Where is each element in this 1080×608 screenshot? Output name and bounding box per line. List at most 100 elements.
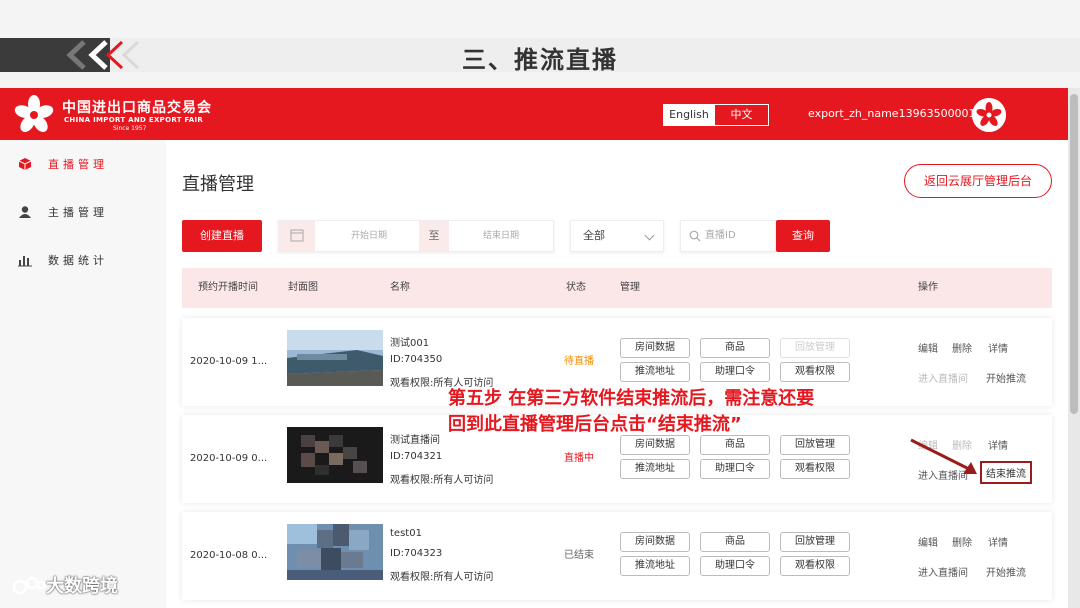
scrollbar-thumb[interactable] xyxy=(1070,94,1078,414)
create-live-button[interactable]: 创建直播 xyxy=(182,220,262,252)
sidebar: 直播管理 主播管理 数据统计 xyxy=(0,140,166,608)
arrow-icon xyxy=(910,438,977,474)
main-panel: 直播管理 返回云展厅管理后台 创建直播 开始日期 至 结束日期 全部 直播ID … xyxy=(166,140,1068,608)
instruction-annotation: 第五步 在第三方软件结束推流后，需注意还要 回到此直播管理后台点击“结束推流” xyxy=(448,386,814,438)
annotation-line-2: 回到此直播管理后台点击“结束推流” xyxy=(448,414,742,435)
sidebar-item-label: 直播管理 xyxy=(48,158,108,171)
filter-bar: 创建直播 开始日期 至 结束日期 全部 直播ID 查询 xyxy=(182,218,1052,254)
start-stream-link[interactable]: 开始推流 xyxy=(986,564,1026,579)
products-button[interactable]: 商品 xyxy=(700,435,770,455)
logo-text-since: Since 1957 xyxy=(113,125,147,132)
user-icon xyxy=(19,206,31,218)
column-header: 管理 xyxy=(620,282,640,293)
logo-text-en: CHINA IMPORT AND EXPORT FAIR xyxy=(64,116,204,124)
row-time: 2020-10-09 1... xyxy=(190,356,268,367)
room-data-button[interactable]: 房间数据 xyxy=(620,435,690,455)
logo-text-cn: 中国进出口商品交易会 xyxy=(62,100,212,116)
search-input[interactable]: 直播ID xyxy=(680,220,776,252)
row-permission: 观看权限:所有人可访问 xyxy=(390,572,494,583)
watermark-text: 大数跨境 xyxy=(46,576,118,597)
column-header: 操作 xyxy=(918,282,938,293)
detail-link[interactable]: 详情 xyxy=(988,340,1008,355)
column-header: 封面图 xyxy=(288,282,318,293)
search-icon xyxy=(689,230,701,242)
avatar[interactable] xyxy=(972,98,1006,132)
row-permission: 观看权限:所有人可访问 xyxy=(390,475,494,486)
sidebar-item-anchor-management[interactable]: 主播管理 xyxy=(18,202,108,222)
app-window: 中国进出口商品交易会 CHINA IMPORT AND EXPORT FAIR … xyxy=(0,88,1068,608)
query-button[interactable]: 查询 xyxy=(776,220,830,252)
products-button[interactable]: 商品 xyxy=(700,532,770,552)
sidebar-item-label: 主播管理 xyxy=(48,206,108,219)
row-id: ID:704321 xyxy=(390,451,443,462)
view-permission-button[interactable]: 观看权限 xyxy=(780,556,850,576)
cover-image xyxy=(287,524,383,580)
assistant-password-button[interactable]: 助理口令 xyxy=(700,556,770,576)
status-badge: 已结束 xyxy=(564,550,594,561)
status-select-value: 全部 xyxy=(583,229,605,242)
detail-link[interactable]: 详情 xyxy=(988,437,1008,452)
replay-management-button[interactable]: 回放管理 xyxy=(780,338,850,358)
bar-chart-icon xyxy=(18,256,32,267)
assistant-password-button[interactable]: 助理口令 xyxy=(700,362,770,382)
view-permission-button[interactable]: 观看权限 xyxy=(780,362,850,382)
lang-english-button[interactable]: English xyxy=(664,105,716,125)
replay-management-button[interactable]: 回放管理 xyxy=(780,435,850,455)
slide-title: 三、推流直播 xyxy=(462,46,618,74)
row-name: 测试001 xyxy=(390,338,430,349)
cover-image xyxy=(287,427,383,483)
end-date-input[interactable]: 结束日期 xyxy=(449,221,553,251)
row-id: ID:704350 xyxy=(390,354,443,365)
replay-management-button[interactable]: 回放管理 xyxy=(780,532,850,552)
watermark: 大数跨境 xyxy=(12,572,118,598)
table-row: 2020-10-08 0... test01 ID:704323 观看权限:所有… xyxy=(182,512,1052,600)
view-permission-button[interactable]: 观看权限 xyxy=(780,459,850,479)
edit-link[interactable]: 编辑 xyxy=(918,534,938,549)
row-time: 2020-10-09 0... xyxy=(190,453,268,464)
enter-live-room-link[interactable]: 进入直播间 xyxy=(918,564,968,579)
back-to-showroom-button[interactable]: 返回云展厅管理后台 xyxy=(904,164,1052,198)
date-range-picker[interactable]: 开始日期 至 结束日期 xyxy=(278,220,554,252)
date-separator: 至 xyxy=(419,221,449,251)
calendar-icon-cell xyxy=(279,221,315,251)
status-select[interactable]: 全部 xyxy=(570,220,664,252)
delete-link[interactable]: 删除 xyxy=(952,534,972,549)
cube-icon xyxy=(18,158,32,170)
start-stream-link[interactable]: 开始推流 xyxy=(986,370,1026,385)
delete-link[interactable]: 删除 xyxy=(952,340,972,355)
products-button[interactable]: 商品 xyxy=(700,338,770,358)
edit-link[interactable]: 编辑 xyxy=(918,340,938,355)
row-time: 2020-10-08 0... xyxy=(190,550,268,561)
chevron-down-icon xyxy=(644,230,655,241)
detail-link[interactable]: 详情 xyxy=(988,534,1008,549)
start-date-input[interactable]: 开始日期 xyxy=(319,221,419,251)
lang-chinese-button[interactable]: 中文 xyxy=(715,105,768,125)
enter-live-room-link[interactable]: 进入直播间 xyxy=(918,370,968,385)
annotation-line-1: 第五步 在第三方软件结束推流后，需注意还要 xyxy=(448,388,815,409)
stream-address-button[interactable]: 推流地址 xyxy=(620,362,690,382)
cover-image xyxy=(287,330,383,386)
column-header: 状态 xyxy=(566,282,586,293)
stream-address-button[interactable]: 推流地址 xyxy=(620,556,690,576)
column-header: 名称 xyxy=(390,282,410,293)
row-name: 测试直播间 xyxy=(390,435,440,446)
row-name: test01 xyxy=(390,528,422,539)
stream-address-button[interactable]: 推流地址 xyxy=(620,459,690,479)
end-stream-link[interactable]: 结束推流 xyxy=(980,461,1032,484)
column-header: 预约开播时间 xyxy=(198,282,258,293)
sidebar-item-statistics[interactable]: 数据统计 xyxy=(18,250,108,270)
room-data-button[interactable]: 房间数据 xyxy=(620,338,690,358)
sidebar-item-live-management[interactable]: 直播管理 xyxy=(18,154,108,174)
search-placeholder: 直播ID xyxy=(705,230,736,241)
room-data-button[interactable]: 房间数据 xyxy=(620,532,690,552)
row-id: ID:704323 xyxy=(390,548,443,559)
canton-fair-logo-icon xyxy=(14,95,54,132)
table-header: 预约开播时间 封面图 名称 状态 管理 操作 xyxy=(182,268,1052,308)
username[interactable]: export_zh_name13963500001 xyxy=(808,107,976,120)
watermark-logo-icon xyxy=(12,576,46,595)
scrollbar[interactable] xyxy=(1068,88,1080,608)
language-switch: English 中文 xyxy=(663,104,769,126)
top-navbar: 中国进出口商品交易会 CHINA IMPORT AND EXPORT FAIR … xyxy=(0,88,1068,140)
sidebar-item-label: 数据统计 xyxy=(48,254,108,267)
assistant-password-button[interactable]: 助理口令 xyxy=(700,459,770,479)
